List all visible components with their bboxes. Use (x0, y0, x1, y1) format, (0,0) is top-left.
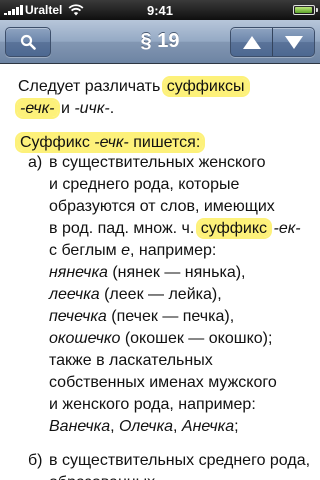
heading-text: пишется: (128, 134, 201, 151)
intro-text: . (109, 100, 115, 117)
example-source: (нянек — нянька), (107, 264, 246, 281)
list-marker-a: а) (28, 154, 43, 171)
rule-text: в род. пад. множ. ч. (49, 220, 199, 237)
battery-icon (293, 5, 318, 15)
rule-a-line: также в ласкательных (49, 352, 213, 369)
status-bar: Uraltel 9:41 (0, 0, 320, 20)
rule-a-line: образуются от слов, имеющих (49, 198, 275, 215)
rule-text: с беглым (49, 242, 122, 259)
intro-line-1: Следует различать суффиксы (18, 76, 248, 98)
example-line: нянечка (нянек — нянька), (49, 262, 245, 284)
list-marker-b: б) (28, 452, 43, 469)
navigation-bar: § 19 (0, 20, 320, 64)
letter-term: е (121, 242, 130, 259)
rule-b-line: в существительных среднего рода, (49, 452, 311, 469)
intro-text: и (56, 100, 75, 117)
example-line: окошечко (окошек — окошко); (49, 328, 272, 350)
rule-a-line: в существительных женского (49, 154, 266, 171)
example-word: печечка (49, 308, 107, 325)
article-body[interactable]: Следует различать суффиксы -ечк- и -ичк-… (0, 64, 320, 480)
suffix-term: -ек- (273, 220, 301, 237)
rule-a-line: и женского рода, например: (49, 396, 256, 413)
highlighted-suffix[interactable]: -ечк- (17, 100, 58, 117)
rule-a-line: в род. пад. множ. ч. суффикс -ек- (49, 218, 301, 240)
highlighted-term[interactable]: суффикс (197, 220, 271, 237)
example-names-line: Ванечка, Олечка, Анечка; (49, 416, 239, 438)
example-name: Олечка (119, 418, 174, 435)
previous-section-button[interactable] (230, 27, 273, 57)
example-word: леечка (49, 286, 100, 303)
example-source: (окошек — окошко); (120, 330, 273, 347)
section-navigation (230, 27, 315, 57)
rule-a-line: с беглым е, например: (49, 240, 216, 262)
suffix-term: -ичк- (74, 100, 110, 117)
rule-a-line: собственных именах мужского (49, 374, 277, 391)
triangle-up-icon (243, 36, 261, 49)
example-word: нянечка (49, 264, 108, 281)
intro-line-2: -ечк- и -ичк-. (17, 98, 115, 120)
highlighted-term[interactable]: суффиксы (163, 78, 248, 95)
status-time: 9:41 (146, 3, 174, 18)
example-line: печечка (печек — печка), (49, 306, 234, 328)
example-line: леечка (леек — лейка), (49, 284, 222, 306)
rule-text: , например: (130, 242, 217, 259)
example-name: Ванечка (49, 418, 111, 435)
rule-b-line: образованных (49, 472, 155, 480)
example-name: Анечка (181, 418, 235, 435)
example-source: (леек — лейка), (99, 286, 222, 303)
example-source: (печек — печка), (106, 308, 235, 325)
battery-level (295, 7, 313, 13)
example-word: окошечко (49, 330, 121, 347)
intro-text: Следует различать (18, 78, 165, 95)
separator-text: ; (234, 418, 239, 435)
heading-suffix: -ечк- (94, 134, 129, 151)
heading-text: Суффикс (20, 134, 95, 151)
rule-heading: Суффикс -ечк- пишется: (17, 132, 204, 154)
separator-text: , (173, 418, 182, 435)
next-section-button[interactable] (272, 27, 315, 57)
separator-text: , (110, 418, 119, 435)
triangle-down-icon (284, 36, 303, 49)
rule-a-line: и среднего рода, которые (49, 176, 240, 193)
